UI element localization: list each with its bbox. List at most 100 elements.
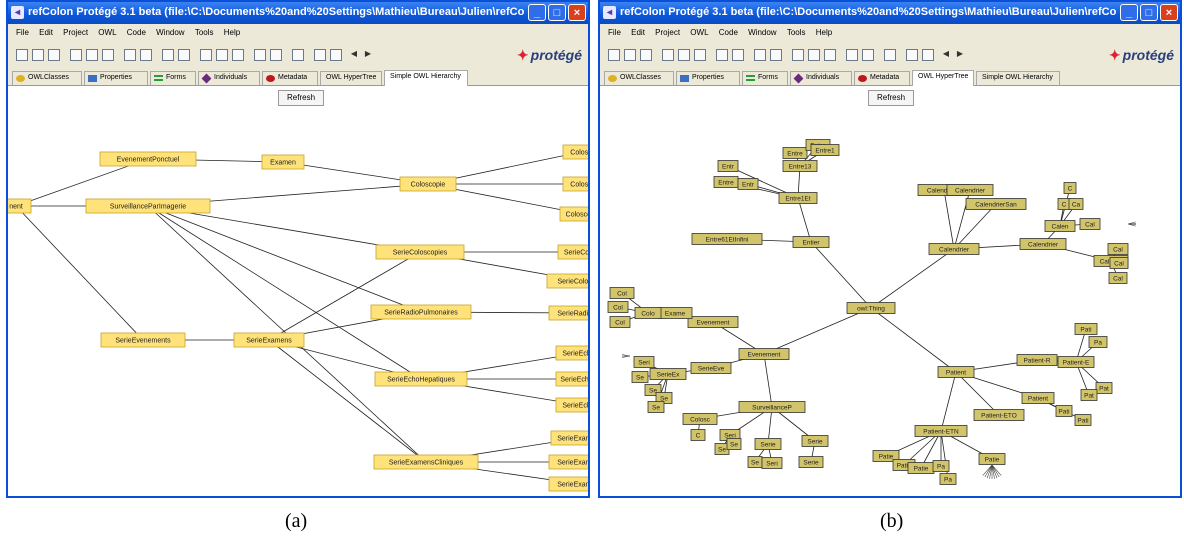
class-node[interactable]: Patient-R [1016,354,1058,366]
class-node[interactable]: Serie [754,438,782,450]
class-node[interactable]: Entr [737,178,759,190]
class-node[interactable]: Evenement [687,316,739,328]
save-icon[interactable] [640,49,652,61]
class-node[interactable]: SerieExamensCliniques [373,454,479,470]
class-box-icon[interactable] [200,49,212,61]
save-icon[interactable] [48,49,60,61]
class-node[interactable]: Cal [1109,257,1129,269]
table-icon[interactable] [922,49,934,61]
class-node[interactable]: SurveillanceP [738,401,806,413]
class-node[interactable]: Coloscopie [399,176,457,192]
class-node[interactable]: SerieEchoHe [555,371,588,387]
class-node[interactable]: Se [747,456,763,468]
close-button[interactable]: × [568,4,586,21]
class-node[interactable]: C [1057,198,1071,210]
class-node[interactable]: Entr [717,160,739,172]
cut-icon[interactable] [70,49,82,61]
class-node[interactable]: Pat [1080,389,1098,401]
paste-icon[interactable] [102,49,114,61]
menu-tools[interactable]: Tools [195,28,214,37]
class-node[interactable]: Seri [633,356,655,368]
class-node[interactable]: Se [631,371,649,383]
class-node[interactable]: SerieExamens [550,430,588,446]
menu-edit[interactable]: Edit [631,28,645,37]
class-node[interactable]: Se [726,438,742,450]
tab-properties[interactable]: Properties [676,71,740,85]
class-node[interactable]: SerieEchoH [555,345,588,361]
class-node[interactable]: Entre1 [810,144,840,156]
chart-icon[interactable] [732,49,744,61]
class-node[interactable]: C [690,429,706,441]
class-node[interactable]: Colosc [682,413,718,425]
class-node[interactable]: Serie [801,435,829,447]
class-node[interactable]: C [1063,182,1077,194]
table-icon[interactable] [330,49,342,61]
tab-properties[interactable]: Properties [84,71,148,85]
class-node[interactable]: SerieEchoH [555,397,588,413]
tab-individuals[interactable]: Individuals [198,71,260,85]
class-node[interactable]: Seri [761,457,783,469]
undo-icon[interactable] [162,49,174,61]
reasoner-icon[interactable] [254,49,266,61]
menu-window[interactable]: Window [748,28,776,37]
tab-metadata[interactable]: Metadata [854,71,910,85]
close-button[interactable]: × [1160,4,1178,21]
tab-simple-owl-hierarchy[interactable]: Simple OWL Hierarchy [384,70,468,86]
forward-icon[interactable] [884,49,896,61]
tab-simple-owl-hierarchy[interactable]: Simple OWL Hierarchy [976,71,1060,85]
class-node[interactable]: SerieExamens [548,454,588,470]
class-node[interactable]: Patient [937,366,975,378]
menu-window[interactable]: Window [156,28,184,37]
menu-owl[interactable]: OWL [98,28,116,37]
class-node[interactable]: Col [609,316,631,328]
title-bar[interactable]: ◂ refColon Protégé 3.1 beta (file:\C:\Do… [8,2,588,24]
tab-metadata[interactable]: Metadata [262,71,318,85]
menu-file[interactable]: File [608,28,621,37]
individual-box-icon[interactable] [824,49,836,61]
class-node[interactable]: Pati [1074,414,1092,426]
class-node[interactable]: Se [647,401,665,413]
menu-project[interactable]: Project [655,28,680,37]
class-node[interactable]: Exame [657,307,693,319]
tab-forms[interactable]: Forms [150,71,196,85]
tab-forms[interactable]: Forms [742,71,788,85]
class-node[interactable]: owl:Thing [846,302,896,314]
menu-file[interactable]: File [16,28,29,37]
class-node[interactable]: Examen [261,154,305,170]
class-box-icon[interactable] [792,49,804,61]
new-file-icon[interactable] [608,49,620,61]
class-node[interactable]: Entre61EtInfini [691,233,763,245]
new-file-icon[interactable] [16,49,28,61]
tab-owl-classes[interactable]: OWLClasses [604,71,674,85]
cut-icon[interactable] [662,49,674,61]
class-node[interactable]: Col [607,301,629,313]
grid-icon[interactable] [314,49,326,61]
class-node[interactable]: Evenement [738,348,790,360]
menu-project[interactable]: Project [63,28,88,37]
maximize-button[interactable]: □ [548,4,566,21]
title-bar[interactable]: ◂ refColon Protégé 3.1 beta (file:\C:\Do… [600,2,1180,24]
menu-owl[interactable]: OWL [690,28,708,37]
class-node[interactable]: Pa [939,473,957,485]
class-node[interactable]: Colosc [562,144,588,160]
class-node[interactable]: Patient-ETN [914,425,968,437]
menu-help[interactable]: Help [224,28,240,37]
class-node[interactable]: SerieRadioPu [548,305,588,321]
class-node[interactable]: Col [609,287,635,299]
class-node[interactable]: SerieColoscopies [375,244,465,260]
class-node[interactable]: SerieEvenements [100,332,186,348]
nav-back-icon[interactable]: ◀ [348,49,360,61]
class-node[interactable]: Entre13 [782,160,818,172]
class-node[interactable]: Pati [1055,405,1073,417]
class-node[interactable]: Patient-E [1057,356,1095,368]
class-node[interactable]: Calendrier [946,184,994,196]
class-node[interactable]: EvenementPonctuel [99,151,197,167]
class-node[interactable]: SerieColos [557,244,588,260]
class-node[interactable]: Pat [1095,382,1113,394]
class-node[interactable]: SerieExamens [548,476,588,492]
class-node[interactable]: SurveillanceParImagerie [85,198,211,214]
nav-forward-icon[interactable]: ▶ [954,49,966,61]
class-node[interactable]: SerieEx [649,368,687,380]
minimize-button[interactable]: _ [1120,4,1138,21]
class-node[interactable]: Entier [792,236,830,248]
